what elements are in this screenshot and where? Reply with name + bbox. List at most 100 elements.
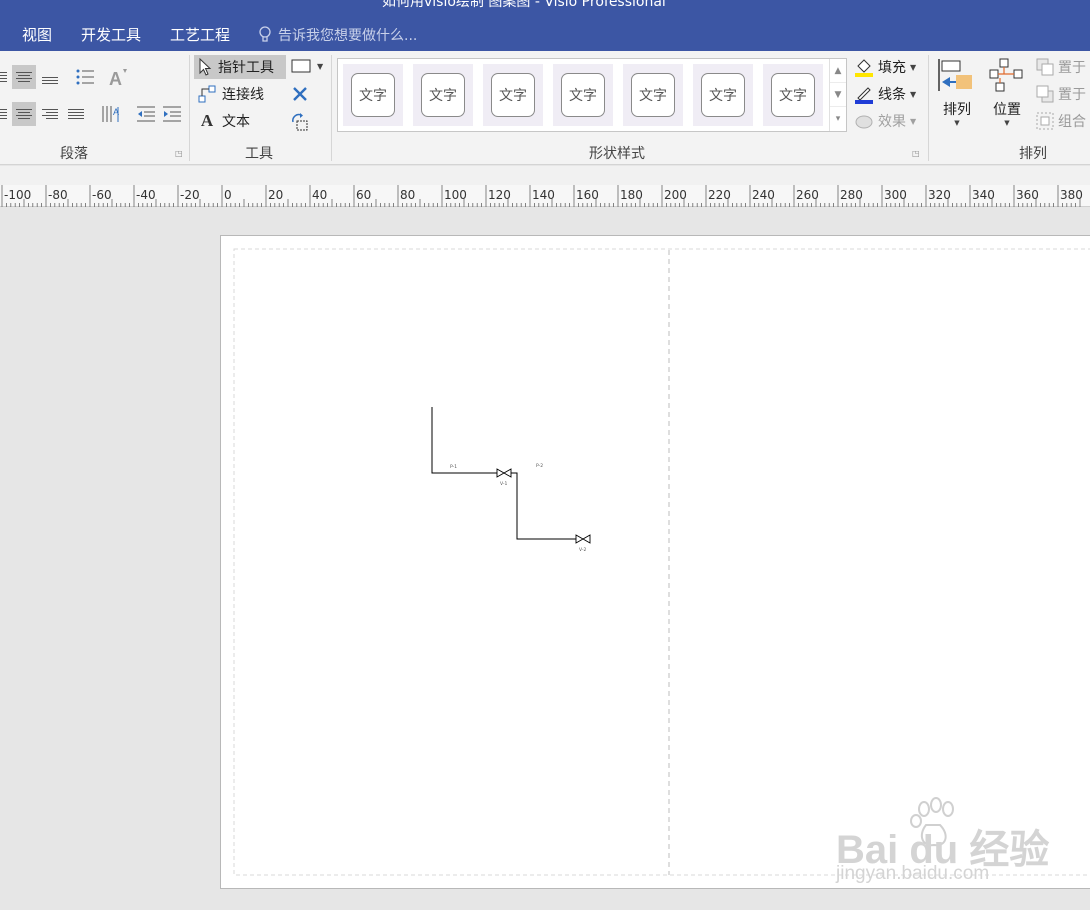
- shape-style-option[interactable]: 文字: [763, 64, 823, 126]
- ruler-label: 200: [664, 188, 687, 202]
- ruler-label: 260: [796, 188, 819, 202]
- paragraph-group-label: 段落: [60, 146, 88, 162]
- ruler-label: 180: [620, 188, 643, 202]
- gallery-scroll-down-icon[interactable]: ▼: [830, 83, 846, 107]
- shape-style-option[interactable]: 文字: [623, 64, 683, 126]
- ribbon-gap: [0, 166, 1090, 185]
- align-right-button[interactable]: [38, 102, 62, 126]
- pipe-label-p1: P-1: [450, 464, 457, 470]
- bring-to-front-button[interactable]: 置于: [1036, 57, 1086, 77]
- line-button[interactable]: 线条 ▼: [854, 84, 916, 104]
- ruler-label: 100: [444, 188, 467, 202]
- valve-label-v2: V-2: [579, 547, 586, 553]
- ruler-label: -20: [180, 188, 200, 202]
- page-margin: [233, 248, 1090, 876]
- dropdown-arrow-icon: ▼: [317, 61, 324, 71]
- close-x-icon[interactable]: [292, 86, 308, 102]
- ruler-label: 20: [268, 188, 283, 202]
- position-button[interactable]: 位置 ▼: [986, 57, 1028, 137]
- pointer-tool-label: 指针工具: [218, 60, 274, 76]
- connector-tool-button[interactable]: 连接线: [194, 82, 268, 106]
- ruler-label: -40: [136, 188, 156, 202]
- horizontal-ruler[interactable]: -100 -80 -60 -40 -20 0 20 40 60 80 100 120 140 160 180…: [0, 185, 1090, 207]
- rotate-shape-icon[interactable]: [290, 112, 310, 132]
- ruler-label: -60: [92, 188, 112, 202]
- shape-style-preview: 文字: [631, 73, 675, 117]
- gallery-more-icon[interactable]: ▾: [830, 107, 846, 131]
- align-center-button[interactable]: [12, 102, 36, 126]
- valve-v2[interactable]: [575, 534, 591, 544]
- pen-line-icon: [855, 87, 873, 104]
- shape-styles-dialog-launcher-icon[interactable]: ◳: [912, 149, 920, 158]
- ruler-label: 340: [972, 188, 995, 202]
- tab-developer[interactable]: 开发工具: [81, 24, 141, 45]
- ruler-label: 240: [752, 188, 775, 202]
- connector-icon: [198, 85, 216, 103]
- dropdown-arrow-icon: ▼: [910, 62, 917, 72]
- tell-me-box[interactable]: 告诉我您想要做什么...: [258, 25, 417, 45]
- rectangle-tool-button[interactable]: ▼: [291, 59, 323, 73]
- ribbon: A A 段落 ◳ 指针工具 ▼ 连接线 A 文本 工具 文字 文字 文字 文字 …: [0, 51, 1090, 165]
- ruler-label: -100: [4, 188, 31, 202]
- pipe-line-p1[interactable]: [431, 407, 497, 474]
- pointer-tool-button[interactable]: 指针工具: [194, 55, 286, 79]
- arrange-label: 排列: [943, 102, 971, 118]
- tab-process-engineering[interactable]: 工艺工程: [170, 24, 230, 45]
- text-tool-button[interactable]: A 文本: [194, 109, 254, 133]
- indent-icon: [163, 106, 181, 122]
- shape-style-option[interactable]: 文字: [343, 64, 403, 126]
- position-icon: [989, 58, 1023, 92]
- title-bar: 如何用visio绘制 图案图 - Visio Professional: [0, 0, 1090, 14]
- bullets-button[interactable]: [73, 65, 97, 89]
- align-bottom-button[interactable]: [38, 65, 62, 89]
- arrange-button[interactable]: 排列 ▼: [936, 57, 978, 137]
- line-label: 线条: [878, 87, 906, 103]
- paint-bucket-icon: [855, 59, 873, 77]
- valve-v1[interactable]: [496, 468, 512, 478]
- lightbulb-icon: [259, 26, 271, 42]
- tab-view[interactable]: 视图: [22, 24, 52, 45]
- shape-style-option[interactable]: 文字: [483, 64, 543, 126]
- shape-style-option[interactable]: 文字: [553, 64, 613, 126]
- send-back-icon: [1036, 85, 1054, 103]
- decrease-indent-button[interactable]: [134, 102, 158, 126]
- group-button[interactable]: 组合: [1036, 111, 1086, 131]
- align-left-top-button[interactable]: [0, 65, 12, 89]
- effects-button[interactable]: 效果 ▼: [854, 111, 916, 131]
- shape-style-preview: 文字: [771, 73, 815, 117]
- gallery-scroll-up-icon[interactable]: ▲: [830, 59, 846, 83]
- ruler-label: 160: [576, 188, 599, 202]
- shape-style-preview: 文字: [421, 73, 465, 117]
- bring-front-icon: [1036, 58, 1054, 76]
- ruler-label: 220: [708, 188, 731, 202]
- increase-indent-button[interactable]: [160, 102, 184, 126]
- ruler-label: 0: [224, 188, 232, 202]
- shape-style-option[interactable]: 文字: [693, 64, 753, 126]
- arrange-icon: [938, 59, 972, 91]
- bullet-list-icon: [76, 69, 94, 85]
- text-direction-button[interactable]: A: [99, 102, 123, 126]
- pointer-icon: [199, 58, 212, 76]
- align-left-button[interactable]: [0, 102, 12, 126]
- menu-bar: 视图 开发工具 工艺工程 告诉我您想要做什么...: [0, 14, 1090, 51]
- shape-style-option[interactable]: 文字: [413, 64, 473, 126]
- bring-to-front-label: 置于: [1058, 60, 1086, 76]
- baidu-watermark: Bai du 经验 jingyan.baidu.com: [830, 795, 1049, 894]
- text-a-icon: A: [200, 111, 214, 130]
- valve-label-v1: V-1: [500, 481, 507, 487]
- ruler-label: -80: [48, 188, 68, 202]
- group-separator: [331, 55, 332, 161]
- align-center-top-button[interactable]: [12, 65, 36, 89]
- tell-me-text: 告诉我您想要做什么...: [278, 28, 418, 44]
- drawing-page[interactable]: P-1 V-1 P-2 V-2: [220, 235, 1090, 889]
- justify-button[interactable]: [64, 102, 88, 126]
- pipe-line-p2[interactable]: [511, 472, 576, 540]
- fill-button[interactable]: 填充 ▼: [854, 57, 916, 77]
- gallery-scrollbar: ▲ ▼ ▾: [829, 59, 846, 131]
- text-grow-button[interactable]: A: [107, 65, 131, 89]
- text-tool-label: 文本: [222, 114, 250, 130]
- paragraph-dialog-launcher-icon[interactable]: ◳: [175, 149, 183, 158]
- send-to-back-label: 置于: [1058, 87, 1086, 103]
- send-to-back-button[interactable]: 置于: [1036, 84, 1086, 104]
- font-size-icon: A: [109, 69, 127, 87]
